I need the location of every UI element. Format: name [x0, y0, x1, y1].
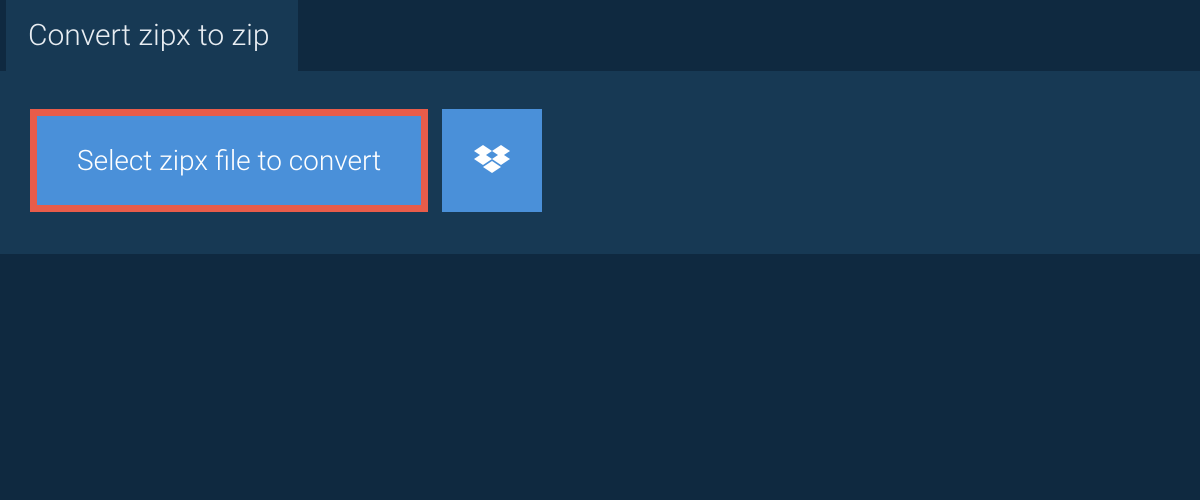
- tab-title: Convert zipx to zip: [28, 18, 270, 53]
- select-file-label: Select zipx file to convert: [77, 144, 381, 177]
- dropbox-icon: [474, 145, 510, 177]
- select-file-button[interactable]: Select zipx file to convert: [30, 109, 428, 212]
- button-row: Select zipx file to convert: [30, 109, 1170, 212]
- dropbox-button[interactable]: [442, 109, 542, 212]
- tab-header: Convert zipx to zip: [6, 0, 298, 71]
- conversion-panel: Select zipx file to convert: [0, 71, 1200, 254]
